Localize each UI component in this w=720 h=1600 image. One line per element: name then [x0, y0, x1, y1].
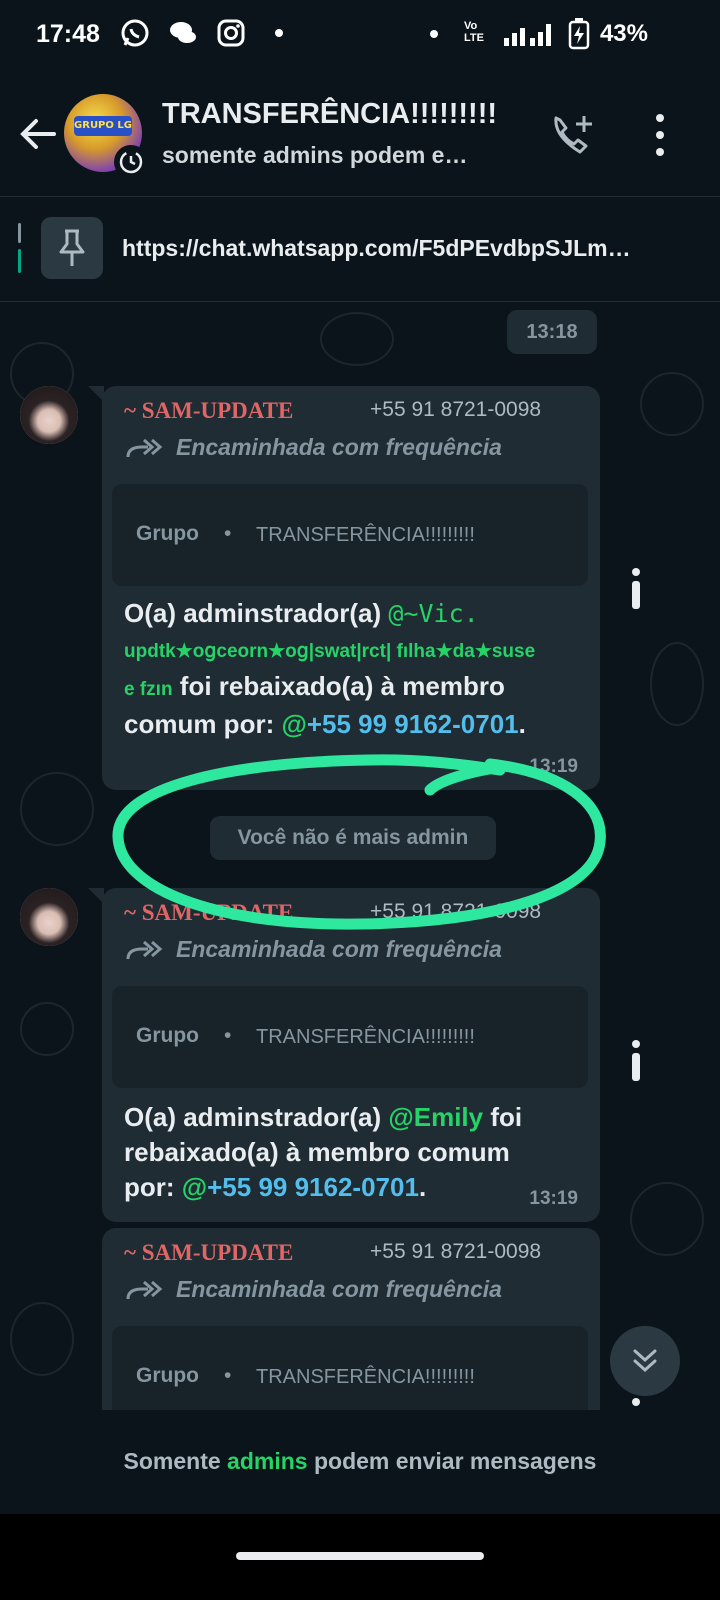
double-chevron-down-icon	[633, 1349, 657, 1373]
forwarded-many-icon	[126, 940, 163, 959]
quote-label: Grupo	[136, 1364, 199, 1387]
sender-phone[interactable]: +55 91 8721-0098	[370, 900, 541, 924]
quote-separator: •	[224, 1024, 232, 1047]
pinned-link[interactable]: https://chat.whatsapp.com/F5dPEvdbpSJLm…	[122, 235, 702, 262]
sender-phone[interactable]: +55 91 8721-0098	[370, 1240, 541, 1264]
forwarded-label: Encaminhada com frequência	[176, 1276, 502, 1302]
quote-separator: •	[224, 522, 232, 545]
forwarded-many-icon	[126, 1280, 163, 1299]
group-avatar-text: GRUPO LG	[74, 116, 132, 136]
date-chip: 13:18	[507, 310, 597, 354]
group-subtitle[interactable]: somente admins podem e…	[162, 142, 467, 169]
pinned-message-bar[interactable]: https://chat.whatsapp.com/F5dPEvdbpSJLm…	[0, 197, 720, 302]
info-icon[interactable]	[616, 1034, 656, 1088]
message-text: O(a) adminstrador(a) @~Vic. updtk★oցceor…	[124, 598, 536, 739]
more-options-icon[interactable]	[652, 112, 668, 158]
phone-link[interactable]: +55 99 9162-0701	[307, 709, 519, 739]
mention-link-continued[interactable]: updtk★oցceorn★oց|swat|rct| fılha★da★suse	[124, 641, 535, 662]
system-nav-bar	[0, 1514, 720, 1600]
forwarded-indicator: Encaminhada com frequência	[124, 936, 502, 963]
dot-icon	[264, 18, 294, 48]
message-bubble[interactable]: ~ SAM-UPDATE +55 91 8721-0098 Encaminhad…	[88, 386, 600, 790]
forwarded-indicator: Encaminhada com frequência	[124, 1276, 502, 1303]
chat-area[interactable]: 13:18 ~ SAM-UPDATE +55 91 8721-0098 Enca…	[0, 302, 720, 1440]
instagram-icon	[216, 18, 246, 48]
message-time: 13:19	[529, 756, 578, 777]
pin-indicator-active	[18, 249, 21, 273]
phone-link[interactable]: +55 99 9162-0701	[207, 1172, 419, 1202]
quote-group-name: TRANSFERÊNCIA!!!!!!!!!	[256, 524, 475, 546]
status-time: 17:48	[36, 20, 100, 48]
battery-percent: 43%	[599, 20, 648, 47]
wallpaper-doodle	[20, 772, 94, 846]
dot-icon	[430, 30, 438, 38]
battery-charging-icon	[568, 18, 590, 50]
add-call-icon[interactable]	[548, 110, 598, 160]
wallpaper-doodle	[640, 372, 704, 436]
forwarded-label: Encaminhada com frequência	[176, 434, 502, 460]
group-title[interactable]: TRANSFERÊNCIA!!!!!!!!!	[162, 98, 497, 131]
info-icon[interactable]	[616, 562, 656, 616]
admin-only-notice: Somente admins podem enviar mensagens	[123, 1448, 597, 1474]
message-text: O(a) adminstrador(a) @Emily foi rebaixad…	[124, 1102, 523, 1202]
status-bar: 17:48 Vo LTE 43%	[0, 0, 720, 72]
signal-icon	[504, 24, 551, 46]
scroll-to-bottom-button[interactable]	[610, 1326, 680, 1396]
volte-icon: Vo LTE	[464, 20, 484, 44]
sender-avatar[interactable]	[20, 386, 78, 444]
quote-separator: •	[224, 1364, 232, 1387]
quoted-context[interactable]: Grupo • TRANSFERÊNCIA!!!!!!!!!	[112, 484, 588, 586]
quoted-context[interactable]: Grupo • TRANSFERÊNCIA!!!!!!!!!	[112, 986, 588, 1088]
admins-link[interactable]: admins	[227, 1448, 308, 1474]
community-icon	[114, 145, 148, 179]
home-gesture-bar[interactable]	[236, 1552, 484, 1560]
message-bubble[interactable]: ~ SAM-UPDATE +55 91 8721-0098 Encaminhad…	[88, 888, 600, 1222]
notification-icons	[120, 18, 294, 48]
status-right-icons: Vo LTE	[424, 18, 590, 52]
whatsapp-icon	[120, 18, 150, 48]
wallpaper-doodle	[650, 642, 704, 726]
sender-avatar[interactable]	[20, 888, 78, 946]
quote-group-name: TRANSFERÊNCIA!!!!!!!!!	[256, 1026, 475, 1048]
wallpaper-doodle	[320, 312, 394, 366]
mention-link[interactable]: @~Vic.	[388, 599, 478, 628]
quote-group-name: TRANSFERÊNCIA!!!!!!!!!	[256, 1366, 475, 1388]
system-message: Você não é mais admin	[210, 816, 496, 860]
back-arrow-icon[interactable]	[16, 112, 60, 156]
mention-link[interactable]: @Emily	[388, 1102, 483, 1132]
chat-bubbles-icon	[168, 18, 198, 48]
wallpaper-doodle	[630, 1182, 704, 1256]
pin-icon	[41, 217, 103, 279]
wallpaper-doodle	[20, 1002, 74, 1056]
pin-indicator	[18, 223, 21, 243]
mention-link-continued[interactable]: e fzın	[124, 679, 173, 700]
message-bubble[interactable]: ~ SAM-UPDATE +55 91 8721-0098 Encaminhad…	[102, 1228, 600, 1440]
sender-name[interactable]: ~ SAM-UPDATE	[124, 900, 293, 926]
quote-label: Grupo	[136, 1024, 199, 1047]
forwarded-label: Encaminhada com frequência	[176, 936, 502, 962]
quote-label: Grupo	[136, 522, 199, 545]
composer-disabled-notice: Somente admins podem enviar mensagens	[0, 1410, 720, 1514]
sender-name[interactable]: ~ SAM-UPDATE	[124, 1240, 293, 1266]
forwarded-indicator: Encaminhada com frequência	[124, 434, 502, 461]
sender-phone[interactable]: +55 91 8721-0098	[370, 398, 541, 422]
wallpaper-doodle	[10, 1302, 74, 1376]
forwarded-many-icon	[126, 438, 163, 457]
sender-name[interactable]: ~ SAM-UPDATE	[124, 398, 293, 424]
chat-header: GRUPO LG TRANSFERÊNCIA!!!!!!!!! somente …	[0, 72, 720, 197]
message-time: 13:19	[529, 1188, 578, 1209]
